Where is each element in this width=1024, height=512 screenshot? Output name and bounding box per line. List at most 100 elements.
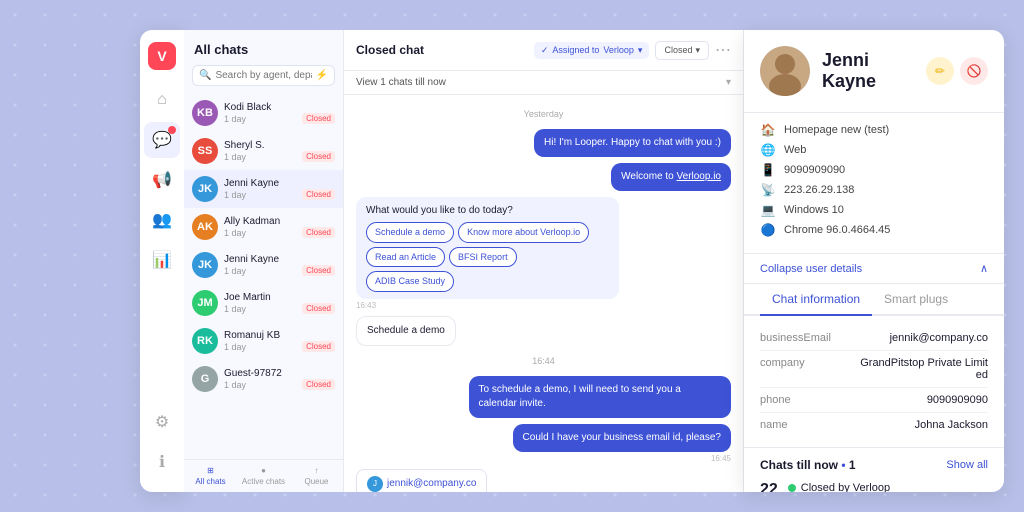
chat-item-name: Jenni Kayne	[224, 254, 335, 265]
chat-item-time: 1 day	[224, 304, 246, 314]
company-label: company	[760, 357, 840, 369]
chat-item-time: 1 day	[224, 342, 246, 352]
avatar: SS	[192, 138, 218, 164]
quick-reply-btn[interactable]: Know more about Verloop.io	[458, 222, 589, 243]
quick-reply-btn[interactable]: ADIB Case Study	[366, 271, 454, 292]
app-logo[interactable]: V	[148, 42, 176, 70]
chat-item-info: Jenni Kayne 1 day Closed	[224, 178, 335, 200]
chat-list-item[interactable]: JK Jenni Kayne 1 day Closed	[184, 246, 343, 284]
all-chats-title: All chats	[184, 30, 343, 65]
sidebar-item-settings[interactable]: ⚙	[144, 404, 180, 440]
detail-row-os: 💻 Windows 10	[760, 203, 988, 217]
assigned-name: Verloop	[603, 45, 634, 55]
message-row: J jennik@company.co	[356, 469, 731, 492]
quick-reply-btn[interactable]: Read an Article	[366, 247, 445, 268]
chat-item-meta: 1 day Closed	[224, 341, 335, 352]
chat-item-name: Joe Martin	[224, 292, 335, 303]
history-status: Closed by Verloop	[788, 482, 890, 492]
browser-value: Chrome 96.0.4664.45	[784, 224, 890, 236]
view-chevron-icon[interactable]: ▾	[726, 77, 731, 88]
date-label-time: 16:44	[356, 356, 731, 366]
tab-chat-information[interactable]: Chat information	[760, 284, 872, 316]
message-row: Hi! I'm Looper. Happy to chat with you :…	[356, 129, 731, 157]
os-icon: 💻	[760, 203, 776, 217]
history-item: 22 Nov Closed by Verloop ⏱ 17 secs	[760, 482, 988, 492]
view-bar-text: View 1 chats till now	[356, 77, 446, 88]
sidebar-item-users[interactable]: 👥	[144, 202, 180, 238]
tab-active-chats[interactable]: ● Active chats	[237, 466, 290, 486]
email-value: jennik@company.co	[890, 332, 988, 344]
tab-smart-plugs[interactable]: Smart plugs	[872, 284, 960, 316]
chat-list-item[interactable]: JM Joe Martin 1 day Closed	[184, 284, 343, 322]
chat-list-item[interactable]: JK Jenni Kayne 1 day Closed	[184, 170, 343, 208]
message-bubble: Hi! I'm Looper. Happy to chat with you :…	[534, 129, 731, 157]
status-badge: Closed	[302, 113, 335, 124]
bottom-tabs: ⊞ All chats ● Active chats ↑ Queue	[184, 459, 343, 492]
search-icon: 🔍	[199, 70, 211, 81]
detail-row-ip: 📡 223.26.29.138	[760, 183, 988, 197]
info-row-phone: phone 9090909090	[760, 388, 988, 413]
chat-item-time: 1 day	[224, 380, 246, 390]
sidebar-item-chat[interactable]: 💬	[144, 122, 180, 158]
message-timestamp: 16:45	[711, 454, 731, 463]
history-date: 22 Nov	[760, 482, 778, 492]
phone-value: 9090909090	[784, 164, 845, 176]
sidebar-item-home[interactable]: ⌂	[144, 82, 180, 118]
message-row: Schedule a demo	[356, 316, 731, 346]
assigned-chevron[interactable]: ▾	[638, 45, 643, 56]
more-options-icon[interactable]: ⋯	[715, 40, 731, 60]
all-chats-panel: All chats 🔍 ⚡ KB Kodi Black 1 day Closed…	[184, 30, 344, 492]
search-bar[interactable]: 🔍 ⚡	[192, 65, 335, 86]
chat-list-item[interactable]: RK Romanuj KB 1 day Closed	[184, 322, 343, 360]
avatar: KB	[192, 100, 218, 126]
history-status-label: Closed by Verloop	[801, 482, 890, 492]
messages-area: Yesterday Hi! I'm Looper. Happy to chat …	[344, 95, 743, 492]
detail-row-web: 🌐 Web	[760, 143, 988, 157]
name-label: name	[760, 419, 840, 431]
ip-icon: 📡	[760, 183, 776, 197]
tab-queue[interactable]: ↑ Queue	[290, 466, 343, 486]
chat-item-meta: 1 day Closed	[224, 189, 335, 200]
browser-icon: 🔵	[760, 223, 776, 237]
show-all-link[interactable]: Show all	[946, 459, 988, 471]
message-bubble: What would you like to do today? Schedul…	[356, 197, 619, 299]
chat-item-meta: 1 day Closed	[224, 265, 335, 276]
tab-all-chats[interactable]: ⊞ All chats	[184, 466, 237, 486]
chat-item-meta: 1 day Closed	[224, 379, 335, 390]
chats-history-header: Chats till now • 1 Show all	[760, 458, 988, 472]
chats-history-section: Chats till now • 1 Show all 22 Nov C	[744, 448, 1004, 492]
search-input[interactable]	[215, 70, 311, 81]
collapse-icon: ∧	[980, 262, 988, 275]
quick-reply-btn[interactable]: BFSI Report	[449, 247, 517, 268]
status-label: Closed	[664, 45, 692, 55]
message-row: To schedule a demo, I will need to send …	[356, 376, 731, 418]
chat-list-item[interactable]: SS Sheryl S. 1 day Closed	[184, 132, 343, 170]
message-timestamp: 16:43	[356, 301, 376, 310]
view-bar: View 1 chats till now ▾	[344, 71, 743, 95]
profile-icons: ✏ 🚫	[926, 57, 988, 85]
assigned-icon: ✓	[541, 45, 549, 56]
sidebar-item-info[interactable]: ℹ	[144, 444, 180, 480]
web-value: Web	[784, 144, 806, 156]
collapse-user-details[interactable]: Collapse user details ∧	[744, 254, 1004, 284]
alert-button[interactable]: 🚫	[960, 57, 988, 85]
quick-replies: Schedule a demo Know more about Verloop.…	[366, 222, 609, 292]
status-button[interactable]: Closed ▾	[655, 41, 709, 60]
chat-list-item[interactable]: KB Kodi Black 1 day Closed	[184, 94, 343, 132]
name-value: Johna Jackson	[915, 419, 988, 431]
chat-list-item[interactable]: G Guest-97872 1 day Closed	[184, 360, 343, 398]
edit-profile-button[interactable]: ✏	[926, 57, 954, 85]
web-icon: 🌐	[760, 143, 776, 157]
chat-item-info: Romanuj KB 1 day Closed	[224, 330, 335, 352]
sidebar-item-reports[interactable]: 📊	[144, 242, 180, 278]
message-row: Welcome to Verloop.io	[356, 163, 731, 191]
chat-list-item[interactable]: AK Ally Kadman 1 day Closed	[184, 208, 343, 246]
filter-icon[interactable]: ⚡	[316, 70, 328, 81]
chat-item-meta: 1 day Closed	[224, 303, 335, 314]
sidebar-item-megaphone[interactable]: 📢	[144, 162, 180, 198]
message-bubble: Welcome to Verloop.io	[611, 163, 731, 191]
status-badge: Closed	[302, 189, 335, 200]
homepage-value: Homepage new (test)	[784, 124, 889, 136]
date-label-yesterday: Yesterday	[356, 109, 731, 119]
quick-reply-btn[interactable]: Schedule a demo	[366, 222, 454, 243]
